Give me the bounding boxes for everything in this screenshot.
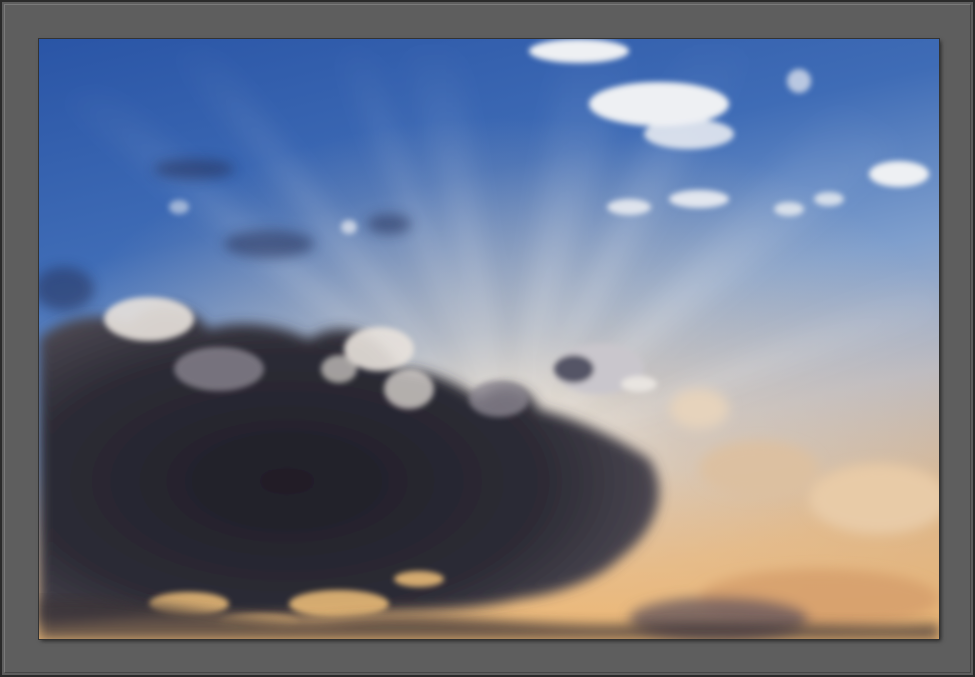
sky-scene: [39, 39, 939, 639]
sky-photo: [39, 39, 939, 639]
picture-frame: [0, 0, 975, 677]
